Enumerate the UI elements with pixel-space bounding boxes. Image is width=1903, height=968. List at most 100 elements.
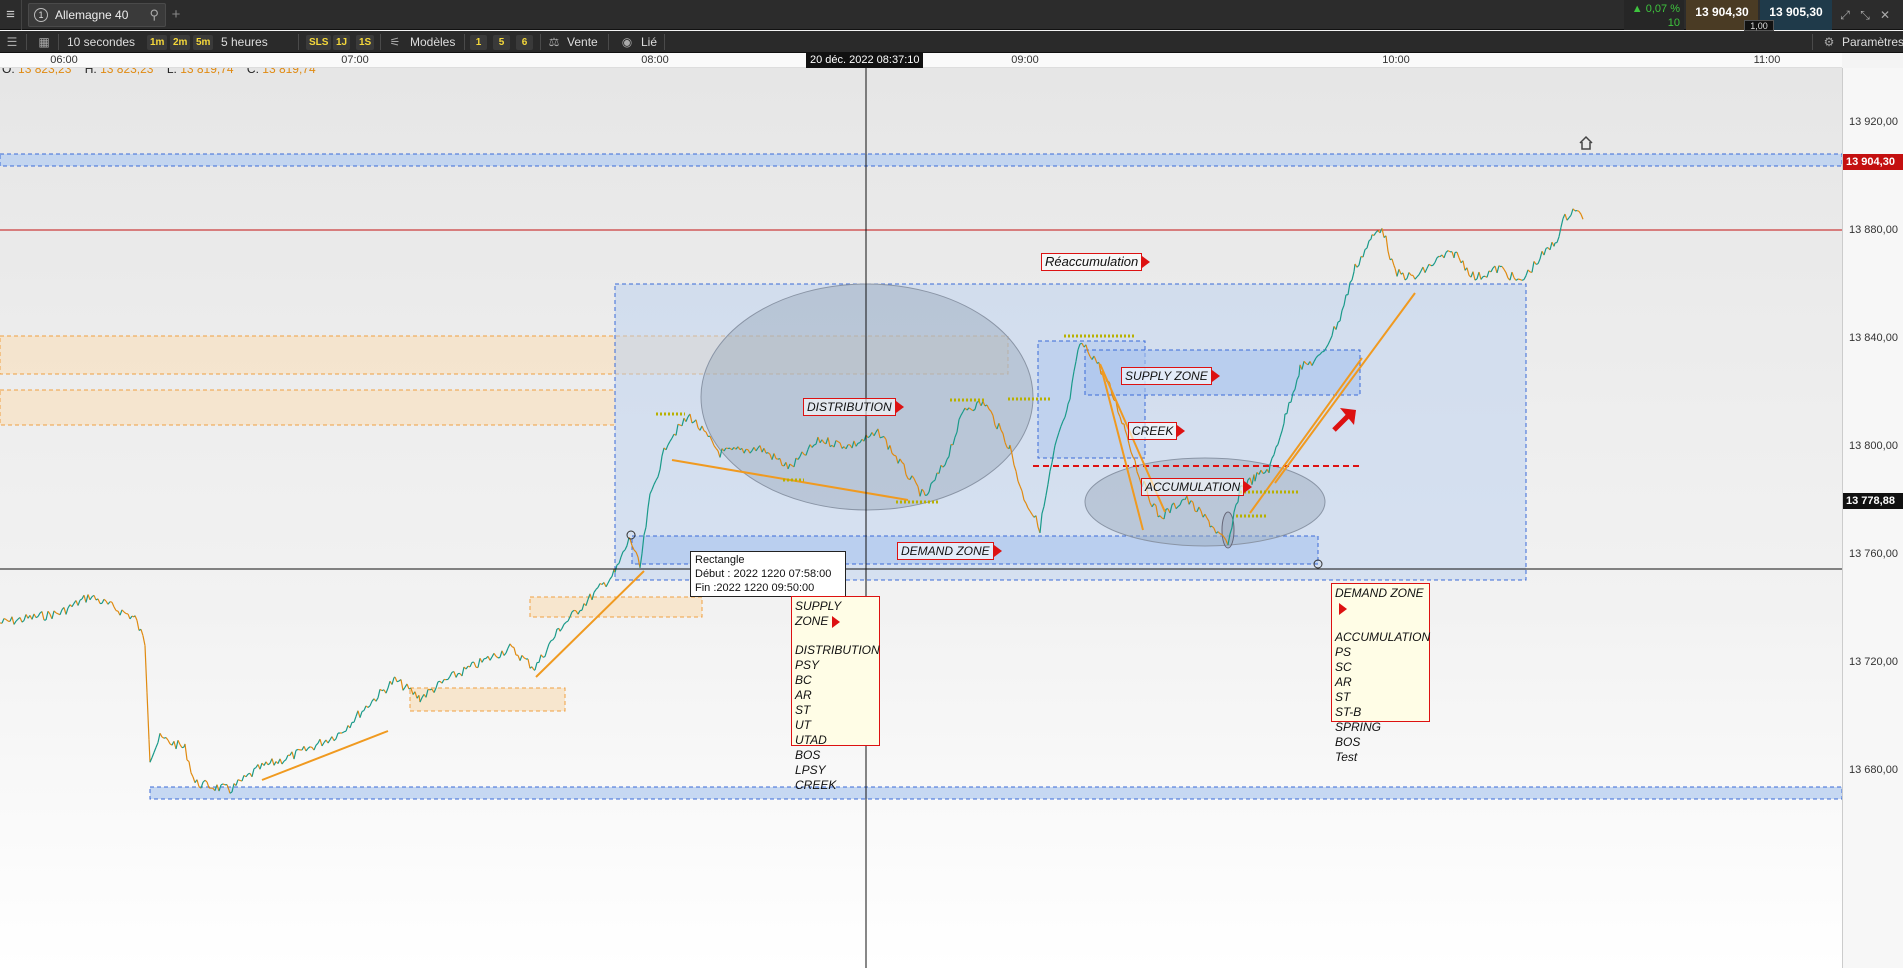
range-select[interactable]: 5 heures: [221, 31, 268, 53]
note-item: ST: [795, 703, 811, 717]
note-item: BOS: [795, 748, 821, 762]
top-bar: ≡ 1 Allemagne 40 ⚲ + ▲ 0,07 % 10 13 904,…: [0, 0, 1903, 31]
note-item: Test: [1335, 750, 1358, 764]
note-item: LPSY: [795, 763, 826, 777]
note-items: DISTRIBUTION PSY BC AR ST UT UTAD BOS LPSY CREEK: [795, 643, 880, 793]
ohlc-open: 13 823,23: [18, 68, 72, 76]
ohlc-high: 13 823,23: [100, 68, 154, 76]
note-item: ACCUMULATION: [1335, 630, 1431, 644]
style-sls-button[interactable]: SLS: [306, 35, 332, 50]
chart-canvas[interactable]: [0, 68, 1842, 968]
cursor-price-tag: 13 778,88: [1843, 493, 1903, 509]
rectangle-tooltip: Rectangle Début : 2022 1220 07:58:00 Fin…: [690, 551, 846, 597]
period-1m-button[interactable]: 1m: [147, 35, 168, 50]
ohlc-readout: O: 13 823,23 H: 13 823,23 L: 13 819,74 C…: [2, 68, 326, 76]
note-item: AR: [795, 688, 812, 702]
note-item: ST-B: [1335, 705, 1362, 719]
ohlc-high-label: H:: [84, 68, 97, 76]
reaccumulation-label[interactable]: Réaccumulation: [1041, 253, 1151, 271]
blue-zone-bottom[interactable]: [149, 786, 1842, 800]
blue-zone-top[interactable]: [0, 153, 1842, 167]
eye-icon: ◉: [621, 35, 633, 49]
note-item: AR: [1335, 675, 1352, 689]
time-label: 10:00: [1382, 54, 1410, 66]
note-item: UT: [795, 718, 811, 732]
qty-5-button[interactable]: 5: [493, 35, 510, 50]
ohlc-close: 13 819,74: [262, 68, 316, 76]
demand-zone-note[interactable]: DEMAND ZONE ACCUMULATION PS SC AR ST ST-B SPRI…: [1331, 583, 1430, 764]
qty-1-button[interactable]: 1: [470, 35, 487, 50]
price-label: 13 680,00: [1849, 764, 1898, 776]
change-percent: ▲ 0,07 %: [1631, 3, 1680, 15]
period-2m-button[interactable]: 2m: [170, 35, 191, 50]
collapse-icon[interactable]: ⤢: [1836, 6, 1854, 24]
qty-6-button[interactable]: 6: [516, 35, 533, 50]
demand-zone-label[interactable]: DEMAND ZONE: [897, 542, 1002, 560]
orange-zone[interactable]: [0, 389, 616, 426]
ohlc-low: 13 819,74: [180, 68, 234, 76]
note-item: SPRING: [1335, 720, 1382, 734]
linked-button[interactable]: Lié: [641, 31, 657, 53]
price-label: 13 800,00: [1849, 440, 1898, 452]
style-1s-button[interactable]: 1S: [356, 35, 375, 50]
tooltip-end: Fin :2022 1220 09:50:00: [695, 582, 815, 594]
note-item: DISTRIBUTION: [795, 643, 880, 657]
price-change: ▲ 0,07 % 10: [1624, 0, 1684, 30]
price-chart[interactable]: O: 13 823,23 H: 13 823,23 L: 13 819,74 C…: [0, 68, 1842, 968]
detach-icon[interactable]: ⤡: [1856, 6, 1874, 24]
add-tab-icon[interactable]: +: [168, 0, 184, 30]
note-item: BC: [795, 673, 812, 687]
change-quantity: 10: [1667, 17, 1680, 29]
note-item: PSY: [795, 658, 820, 672]
note-item: ST: [1335, 690, 1351, 704]
price-label: 13 840,00: [1849, 332, 1898, 344]
note-header: SUPPLY ZONE: [795, 599, 876, 629]
instrument-number-badge: 1: [34, 8, 48, 22]
period-5m-button[interactable]: 5m: [193, 35, 214, 50]
search-icon[interactable]: ⚲: [149, 4, 159, 26]
creek-label[interactable]: CREEK: [1128, 422, 1186, 440]
price-label: 13 760,00: [1849, 548, 1898, 560]
time-label: 07:00: [341, 54, 369, 66]
supply-zone-label[interactable]: SUPPLY ZONE: [1121, 367, 1220, 385]
note-item: SC: [1335, 660, 1352, 674]
list-icon[interactable]: ☰: [4, 31, 20, 53]
sell-button[interactable]: Vente: [567, 31, 598, 53]
price-axis[interactable]: 13 920,00 13 880,00 13 840,00 13 800,00 …: [1842, 68, 1903, 968]
accumulation-ellipse[interactable]: [1084, 457, 1326, 547]
price-label: 13 880,00: [1849, 224, 1898, 236]
note-items: ACCUMULATION PS SC AR ST ST-B SPRING BOS Test: [1335, 630, 1431, 765]
orange-zone[interactable]: [529, 596, 703, 618]
distribution-ellipse[interactable]: [700, 283, 1034, 511]
note-header: DEMAND ZONE: [1335, 586, 1426, 616]
note-item: CREEK: [795, 778, 837, 792]
chart-toolbar: ☰ ▦ 10 secondes 1m 2m 5m 5 heures SLS 1J…: [0, 31, 1903, 53]
time-label: 09:00: [1011, 54, 1039, 66]
menu-icon[interactable]: ≡: [0, 0, 22, 30]
time-axis[interactable]: 06:00 07:00 08:00 09:00 10:00 11:00 20 d…: [0, 53, 1842, 68]
note-item: PS: [1335, 645, 1352, 659]
accumulation-label[interactable]: ACCUMULATION: [1141, 478, 1253, 496]
ohlc-open-label: O:: [2, 68, 15, 76]
time-label: 11:00: [1753, 54, 1781, 66]
layout-grid-icon[interactable]: ▦: [36, 31, 52, 53]
spread-badge: 1,00: [1744, 20, 1774, 31]
ohlc-low-label: L:: [166, 68, 177, 76]
models-button[interactable]: Modèles: [410, 31, 455, 53]
close-icon[interactable]: ✕: [1876, 6, 1894, 24]
gear-icon[interactable]: ⚙: [1822, 31, 1836, 53]
note-item: BOS: [1335, 735, 1361, 749]
instrument-tab[interactable]: 1 Allemagne 40 ⚲: [28, 3, 166, 27]
supply-zone-note[interactable]: SUPPLY ZONE DISTRIBUTION PSY BC AR ST UT UTAD B…: [791, 596, 880, 792]
time-label: 08:00: [641, 54, 669, 66]
home-icon[interactable]: [1578, 135, 1594, 151]
style-1j-button[interactable]: 1J: [333, 35, 351, 50]
settings-button[interactable]: Paramètres: [1842, 31, 1903, 53]
cursor-time-label: 20 déc. 2022 08:37:10: [806, 53, 924, 68]
note-item: UTAD: [795, 733, 827, 747]
distribution-label[interactable]: DISTRIBUTION: [803, 398, 904, 416]
price-label: 13 720,00: [1849, 656, 1898, 668]
last-price-tag: 13 904,30: [1843, 154, 1903, 170]
tooltip-title: Rectangle: [695, 554, 745, 566]
interval-select[interactable]: 10 secondes: [67, 31, 135, 53]
